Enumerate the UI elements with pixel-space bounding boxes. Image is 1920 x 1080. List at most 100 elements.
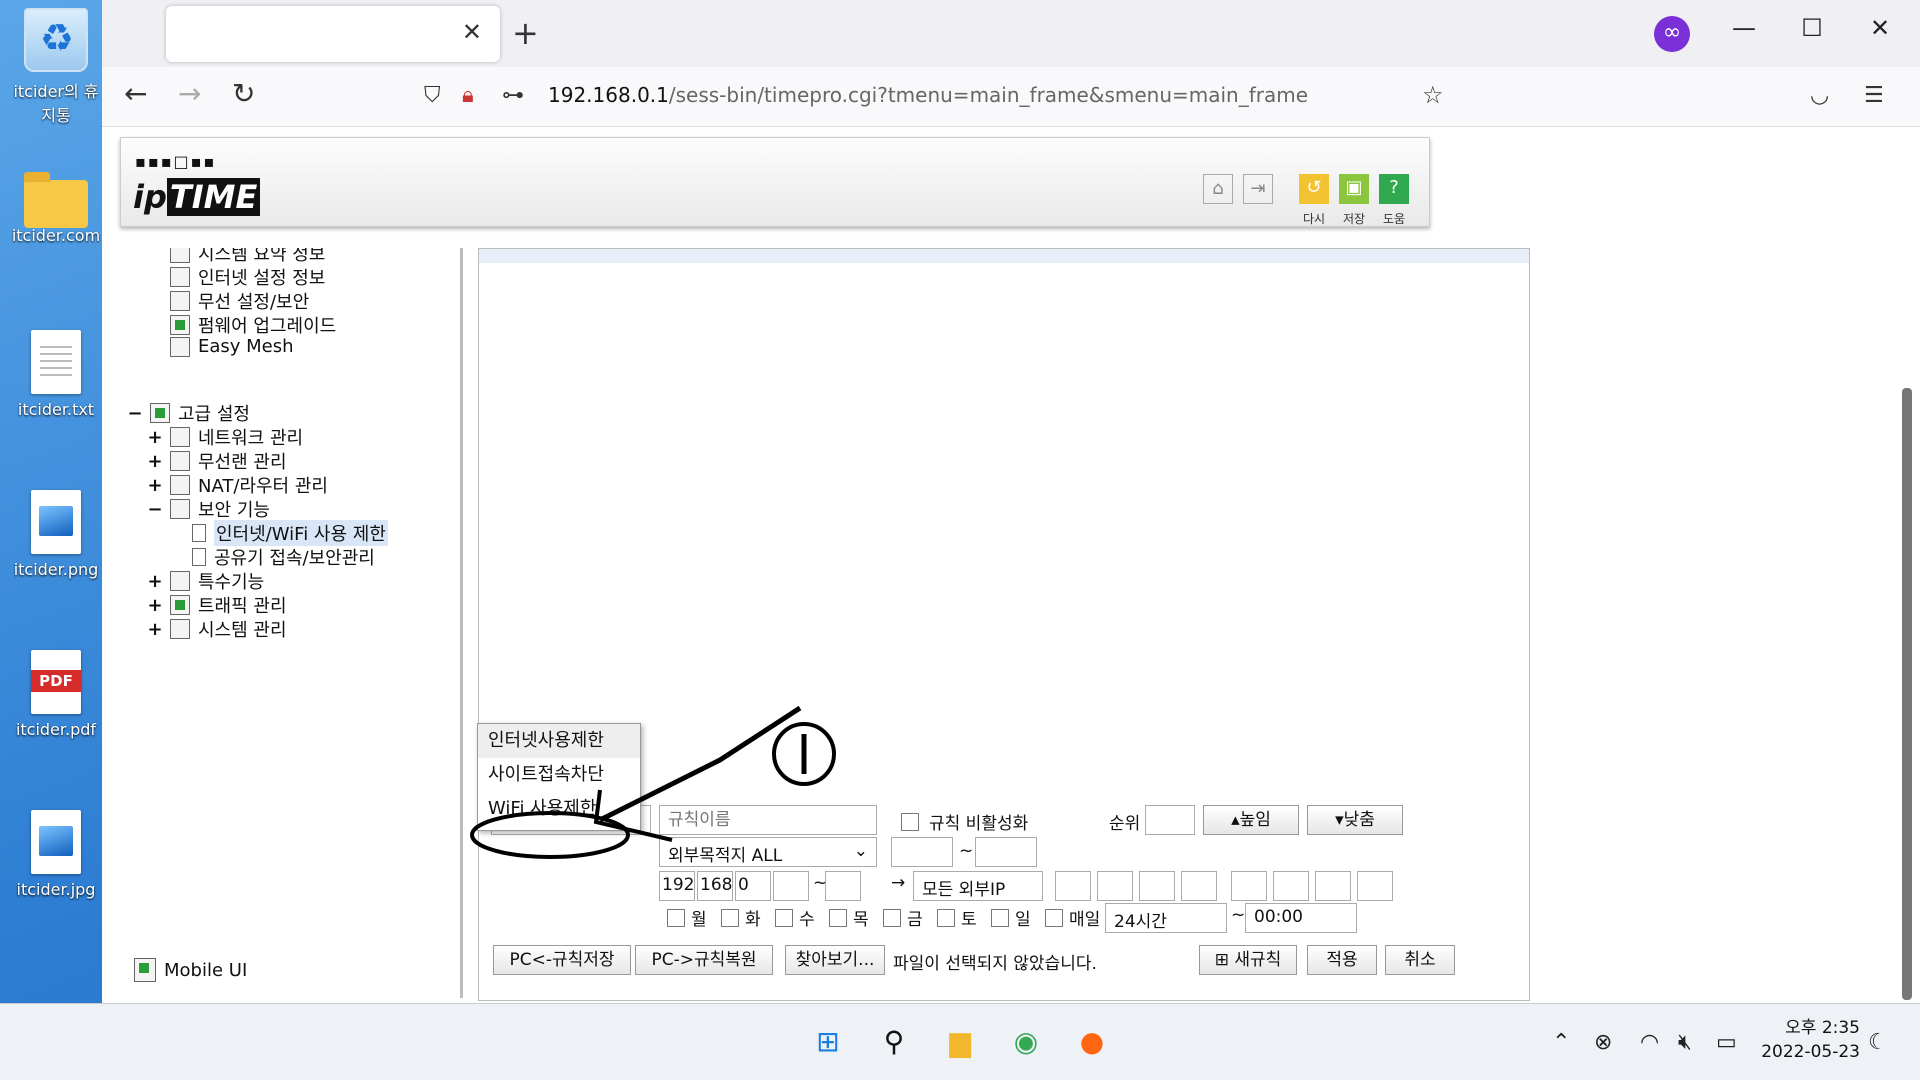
external-ip-select[interactable]: 모든 외부IP [913, 871, 1043, 901]
raise-priority-button[interactable]: ▴높임 [1203, 805, 1299, 835]
new-tab-button[interactable]: + [512, 14, 539, 52]
rule-name-input[interactable] [659, 805, 877, 835]
dropdown-option[interactable]: 사이트접속차단 [478, 758, 640, 792]
app-tray-icon[interactable]: ⊗ [1594, 1030, 1612, 1055]
restore-rules-from-pc-button[interactable]: PC->규칙복원 [635, 945, 773, 975]
reload-button[interactable]: ↻ [232, 77, 255, 110]
battery-icon[interactable]: ▭ [1716, 1030, 1737, 1055]
desktop-icon-pdf[interactable]: itcider.pdf [8, 650, 104, 739]
search-icon[interactable]: ⚲ [874, 1022, 914, 1062]
sidebar-item-traffic[interactable]: + 트래픽 관리 [146, 592, 286, 618]
desktop-icon-png[interactable]: itcider.png [8, 490, 104, 579]
day-checkbox-mon[interactable] [667, 909, 685, 927]
volume-muted-icon[interactable]: 🔇︎ [1678, 1030, 1692, 1055]
time-range-select[interactable]: 24시간 [1105, 903, 1227, 933]
day-checkbox-sun[interactable] [991, 909, 1009, 927]
collapse-toggle[interactable]: − [146, 499, 164, 520]
forward-button[interactable]: → [178, 77, 201, 110]
save-tool-icon[interactable]: ▣ [1339, 174, 1369, 204]
home-icon[interactable]: ⌂ [1203, 174, 1233, 204]
pocket-icon[interactable]: ◡ [1810, 83, 1829, 108]
close-window-button[interactable]: ✕ [1860, 14, 1900, 42]
mobile-ui-link[interactable]: Mobile UI [134, 958, 247, 982]
ext-ip-octet[interactable] [1315, 871, 1351, 901]
expand-toggle[interactable]: + [146, 595, 164, 616]
day-checkbox-wed[interactable] [775, 909, 793, 927]
expand-toggle[interactable]: + [146, 451, 164, 472]
port-start-input[interactable] [891, 837, 953, 867]
sidebar-item-internet-wifi-limit[interactable]: 인터넷/WiFi 사용 제한 [192, 520, 388, 546]
ext-ip-octet[interactable] [1097, 871, 1133, 901]
ip-octet-1[interactable]: 192 [659, 871, 695, 901]
ext-ip-octet[interactable] [1139, 871, 1175, 901]
minimize-button[interactable]: — [1724, 14, 1764, 42]
url-bar[interactable]: 192.168.0.1/sess-bin/timepro.cgi?tmenu=m… [548, 83, 1308, 107]
desktop-icon-recycle-bin[interactable]: itcider의 휴지통 [8, 8, 104, 126]
maximize-button[interactable]: ☐ [1792, 14, 1832, 42]
sidebar-item-router-access[interactable]: 공유기 접속/보안관리 [192, 544, 375, 570]
ip-octet-2[interactable]: 168 [697, 871, 733, 901]
ip-octet-3[interactable]: 0 [735, 871, 771, 901]
day-checkbox-tue[interactable] [721, 909, 739, 927]
sidebar-item-advanced[interactable]: − 고급 설정 [126, 400, 250, 426]
collapse-toggle[interactable]: − [126, 403, 144, 424]
chevron-up-icon[interactable]: ⌃ [1552, 1030, 1570, 1055]
logout-icon[interactable]: ⇥ [1243, 174, 1273, 204]
sidebar-item-system[interactable]: + 시스템 관리 [146, 616, 286, 642]
expand-toggle[interactable]: + [146, 427, 164, 448]
ext-ip-octet[interactable] [1231, 871, 1267, 901]
clock[interactable]: 오후 2:35 2022-05-23 [1761, 1016, 1860, 1064]
save-rules-to-pc-button[interactable]: PC<-규칙저장 [493, 945, 631, 975]
sidebar-item-nat[interactable]: + NAT/라우터 관리 [146, 472, 328, 498]
menu-icon[interactable]: ☰ [1864, 83, 1884, 108]
ext-ip-octet[interactable] [1181, 871, 1217, 901]
cancel-button[interactable]: 취소 [1385, 945, 1455, 975]
day-checkbox-fri[interactable] [883, 909, 901, 927]
time-start-select[interactable]: 00:00 [1245, 903, 1357, 933]
sidebar-item-special[interactable]: + 특수기능 [146, 568, 264, 594]
key-icon[interactable]: ⊶ [502, 83, 524, 108]
wifi-icon[interactable]: ◠ [1640, 1030, 1659, 1055]
back-button[interactable]: ← [124, 77, 147, 110]
insecure-lock-icon[interactable]: 🔒︎ [462, 83, 474, 108]
bookmark-star-icon[interactable]: ☆ [1422, 81, 1444, 109]
sidebar-item-security[interactable]: − 보안 기능 [146, 496, 270, 522]
everyday-checkbox[interactable] [1045, 909, 1063, 927]
dropdown-option[interactable]: 인터넷사용제한 [478, 724, 640, 758]
dropdown-option[interactable]: WiFi 사용제한 [478, 792, 640, 826]
expand-toggle[interactable]: + [146, 475, 164, 496]
desktop-icon-folder[interactable]: itcider.com [8, 172, 104, 245]
priority-input[interactable] [1145, 805, 1195, 835]
sidebar-item-easy-mesh[interactable]: Easy Mesh [170, 336, 294, 357]
ext-ip-octet[interactable] [1273, 871, 1309, 901]
day-checkbox-thu[interactable] [829, 909, 847, 927]
browse-file-button[interactable]: 찾아보기... [785, 945, 885, 975]
ip-end-octet[interactable] [825, 871, 861, 901]
new-rule-button[interactable]: ⊞ 새규칙 [1199, 945, 1297, 975]
shield-icon[interactable]: ⛉ [424, 83, 441, 108]
ext-ip-octet[interactable] [1357, 871, 1393, 901]
sidebar-item-firmware[interactable]: 펌웨어 업그레이드 [170, 312, 336, 338]
disable-rule-checkbox[interactable] [901, 813, 919, 831]
expand-toggle[interactable]: + [146, 571, 164, 592]
sidebar-item-network[interactable]: + 네트워크 관리 [146, 424, 303, 450]
help-tool-icon[interactable]: ? [1379, 174, 1409, 204]
browser-tab[interactable]: ✕ [166, 6, 500, 62]
sidebar-item-wlan[interactable]: + 무선랜 관리 [146, 448, 286, 474]
lower-priority-button[interactable]: ▾낮춤 [1307, 805, 1403, 835]
ip-octet-4[interactable] [773, 871, 809, 901]
file-explorer-icon[interactable]: ▆ [940, 1022, 980, 1062]
desktop-icon-txt[interactable]: itcider.txt [8, 330, 104, 419]
day-checkbox-sat[interactable] [937, 909, 955, 927]
reload-tool-icon[interactable]: ↺ [1299, 174, 1329, 204]
chrome-icon[interactable]: ◉ [1006, 1022, 1046, 1062]
apply-button[interactable]: 적용 [1307, 945, 1377, 975]
scrollbar[interactable] [1902, 388, 1912, 1000]
expand-toggle[interactable]: + [146, 619, 164, 640]
sidebar-item-wireless[interactable]: 무선 설정/보안 [170, 288, 309, 314]
sidebar-item-internet-info[interactable]: 인터넷 설정 정보 [170, 264, 325, 290]
port-end-input[interactable] [975, 837, 1037, 867]
desktop-icon-jpg[interactable]: itcider.jpg [8, 810, 104, 899]
destination-select[interactable]: 외부목적지 ALL ⌄ [659, 837, 877, 867]
firefox-icon[interactable]: ● [1072, 1022, 1112, 1062]
